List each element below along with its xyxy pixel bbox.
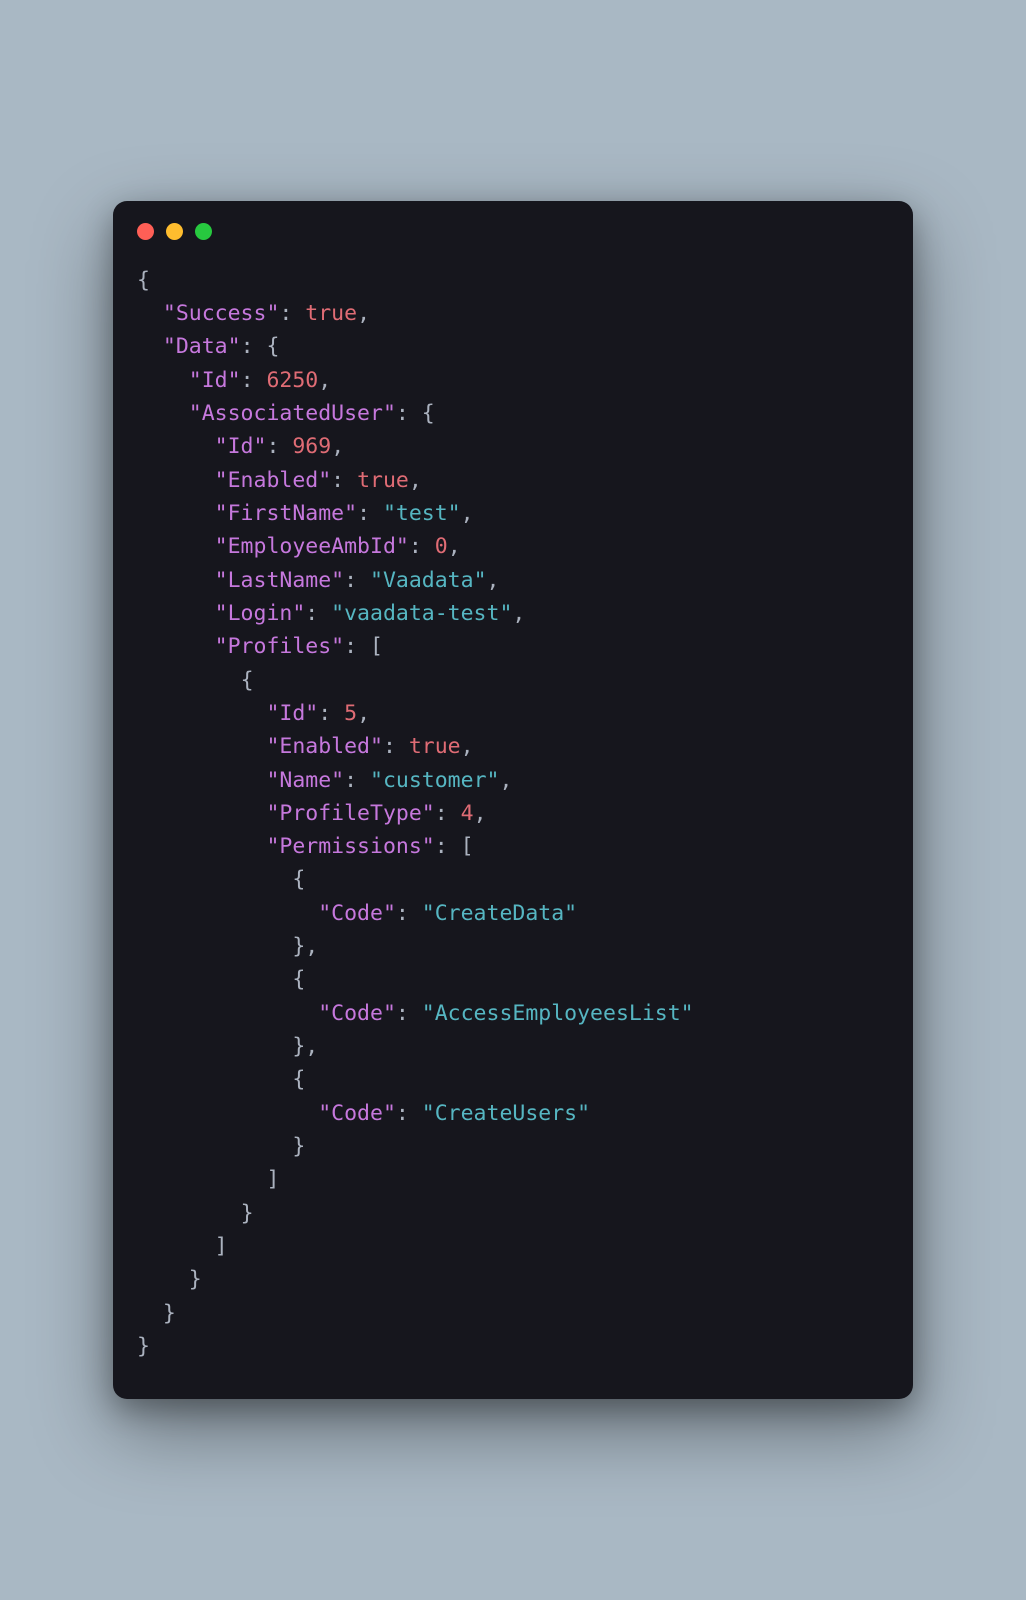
json-keyword: true (357, 468, 409, 493)
json-keyword: true (409, 734, 461, 759)
json-key: "Id" (266, 701, 318, 726)
json-string: "test" (383, 501, 461, 526)
maximize-dot-icon[interactable] (195, 223, 212, 240)
json-number: 6250 (266, 368, 318, 393)
json-key: "Name" (266, 768, 344, 793)
code-window: { "Success": true, "Data": { "Id": 6250,… (113, 201, 913, 1399)
json-key: "FirstName" (215, 501, 357, 526)
json-key: "Login" (215, 601, 306, 626)
json-key: "Code" (318, 901, 396, 926)
json-number: 4 (461, 801, 474, 826)
json-string: "AccessEmployeesList" (422, 1001, 694, 1026)
json-key: "Success" (163, 301, 280, 326)
window-titlebar (113, 201, 913, 250)
json-key: "AssociatedUser" (189, 401, 396, 426)
minimize-dot-icon[interactable] (166, 223, 183, 240)
json-number: 0 (435, 534, 448, 559)
close-dot-icon[interactable] (137, 223, 154, 240)
json-number: 5 (344, 701, 357, 726)
json-string: "Vaadata" (370, 568, 487, 593)
json-key: "Profiles" (215, 634, 344, 659)
json-key: "Enabled" (266, 734, 383, 759)
json-string: "customer" (370, 768, 499, 793)
json-string: "vaadata-test" (331, 601, 512, 626)
json-string: "CreateUsers" (422, 1101, 590, 1126)
json-key: "Id" (215, 434, 267, 459)
json-key: "EmployeeAmbId" (215, 534, 409, 559)
json-key: "Code" (318, 1101, 396, 1126)
json-keyword: true (305, 301, 357, 326)
json-string: "CreateData" (422, 901, 577, 926)
json-key: "Enabled" (215, 468, 332, 493)
json-key: "LastName" (215, 568, 344, 593)
code-block: { "Success": true, "Data": { "Id": 6250,… (113, 250, 913, 1399)
json-number: 969 (292, 434, 331, 459)
json-key: "Code" (318, 1001, 396, 1026)
json-key: "Id" (189, 368, 241, 393)
json-key: "ProfileType" (266, 801, 434, 826)
json-key: "Data" (163, 334, 241, 359)
json-key: "Permissions" (266, 834, 434, 859)
